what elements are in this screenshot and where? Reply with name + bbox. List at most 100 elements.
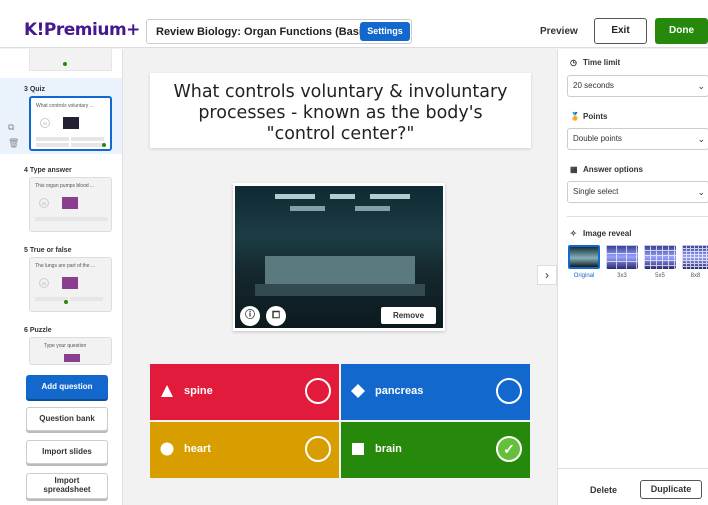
preview-button[interactable]: Preview	[540, 26, 578, 37]
thumbnail-image	[62, 197, 78, 209]
correct-toggle-checkmark-icon[interactable]: ✓	[496, 436, 522, 462]
duplicate-slide-icon[interactable]: ⧉	[8, 122, 14, 133]
slide-sidebar: 3 Quiz What controls voluntary ... 20 ⧉ …	[0, 49, 123, 505]
answer-text: pancreas	[375, 385, 424, 397]
image-reveal-label-text: Image reveal	[583, 229, 632, 238]
correct-toggle[interactable]	[305, 436, 331, 462]
reveal-caption: 5x5	[655, 273, 665, 279]
slide-label: 5 True or false	[24, 247, 72, 254]
exit-button[interactable]: Exit	[594, 18, 647, 44]
correct-indicator-dot	[63, 62, 67, 66]
reveal-option-8x8[interactable]	[682, 245, 708, 269]
thumbnail-timer-icon: 20	[39, 198, 49, 208]
slide-thumbnail-text: The lungs are part of the ...	[35, 263, 96, 269]
time-limit-label-text: Time limit	[583, 58, 621, 67]
import-slides-button[interactable]: Import slides	[26, 440, 108, 464]
import-spreadsheet-label-line2: spreadsheet	[43, 484, 91, 494]
points-select[interactable]: Double points ⌄	[567, 128, 708, 150]
reveal-caption: 8x8	[690, 273, 701, 279]
question-settings-panel: ◷ Time limit 20 seconds ⌄ 🏅 Points Double …	[557, 49, 708, 505]
question-input[interactable]: What controls voluntary & involuntary pr…	[150, 73, 531, 148]
slide-label: 3 Quiz	[24, 86, 46, 93]
reveal-option-5x5[interactable]	[644, 245, 676, 269]
circle-icon	[160, 442, 174, 456]
thumbnail-image	[64, 354, 80, 362]
kahoot-premium-logo: K!Premium+	[24, 20, 140, 40]
answer-option-3[interactable]: heart	[150, 422, 339, 478]
answer-options-select[interactable]: Single select ⌄	[567, 181, 708, 203]
grid-overlay	[682, 245, 708, 269]
clock-icon: ◷	[570, 58, 577, 67]
slide-thumbnail-text: Type your question	[44, 343, 87, 349]
reveal-thumbnail	[570, 247, 598, 267]
reveal-caption: 3x3	[617, 273, 627, 279]
slide-item-6[interactable]: 6 Puzzle Type your question	[0, 321, 122, 369]
time-limit-label: ◷ Time limit	[570, 58, 620, 67]
delete-slide-icon[interactable]: 🗑	[8, 138, 19, 149]
answer-option-4[interactable]: brain ✓	[341, 422, 530, 478]
correct-toggle[interactable]	[496, 378, 522, 404]
duplicate-button[interactable]: Duplicate	[640, 480, 702, 499]
grid-overlay	[644, 245, 676, 269]
answer-text: brain	[375, 443, 402, 455]
slide-item-5[interactable]: 5 True or false The lungs are part of th…	[0, 241, 122, 313]
slide-thumbnail-text: This organ pumps blood ...	[35, 183, 95, 189]
chevron-down-icon: ⌄	[697, 81, 705, 91]
image-detail	[355, 206, 390, 211]
slide-thumbnail-text: What controls voluntary ...	[34, 102, 109, 110]
add-question-button[interactable]: Add question	[26, 375, 108, 399]
image-detail	[370, 194, 410, 199]
thumbnail-timer-icon: 20	[40, 118, 50, 128]
points-value: Double points	[573, 134, 622, 143]
crop-icon[interactable]: ⧠	[266, 306, 286, 326]
slide-thumbnail[interactable]: This organ pumps blood ... 20	[29, 177, 112, 232]
award-icon: 🏅	[570, 112, 580, 121]
answer-text: spine	[184, 385, 213, 397]
points-label: 🏅 Points	[570, 112, 607, 121]
slide-item-4[interactable]: 4 Type answer This organ pumps blood ...…	[0, 161, 122, 233]
slide-thumbnail[interactable]: What controls voluntary ... 20	[29, 96, 112, 151]
collapse-panel-chevron-icon[interactable]: ›	[537, 265, 557, 285]
answer-option-1[interactable]: spine	[150, 364, 339, 420]
reveal-caption: Original	[573, 273, 595, 279]
import-spreadsheet-button[interactable]: Import spreadsheet	[26, 473, 108, 499]
diamond-icon	[351, 384, 365, 398]
triangle-icon	[161, 385, 173, 397]
remove-image-button[interactable]: Remove	[381, 307, 436, 324]
delete-button[interactable]: Delete	[590, 485, 617, 495]
quiz-title-text: Review Biology: Organ Functions (Basic)	[156, 26, 372, 38]
thumbnail-answers	[34, 296, 107, 306]
thumbnail-image	[63, 117, 79, 129]
slide-item-3[interactable]: 3 Quiz What controls voluntary ... 20 ⧉ …	[0, 78, 122, 154]
quiz-title-field[interactable]: Review Biology: Organ Functions (Basic) …	[146, 19, 412, 44]
slide-thumbnail[interactable]: The lungs are part of the ... 20	[29, 257, 112, 312]
grid-icon: ▦	[570, 165, 578, 174]
image-detail	[255, 284, 425, 296]
correct-indicator-dot	[64, 300, 68, 304]
correct-indicator-dot	[102, 143, 106, 147]
question-text: What controls voluntary & involuntary pr…	[173, 82, 508, 144]
chevron-down-icon: ⌄	[697, 134, 705, 144]
chevron-down-icon: ⌄	[697, 187, 705, 197]
info-icon[interactable]: ⓘ	[240, 306, 260, 326]
done-button[interactable]: Done	[655, 18, 708, 44]
image-detail	[275, 194, 315, 199]
divider	[558, 468, 708, 469]
sparkle-icon: ✧	[570, 229, 577, 238]
reveal-option-3x3[interactable]	[606, 245, 638, 269]
image-detail	[265, 256, 415, 284]
reveal-option-original[interactable]	[568, 245, 600, 269]
divider	[567, 216, 708, 217]
thumbnail-image	[62, 277, 78, 289]
answer-option-2[interactable]: pancreas	[341, 364, 530, 420]
time-limit-select[interactable]: 20 seconds ⌄	[567, 75, 708, 97]
correct-toggle[interactable]	[305, 378, 331, 404]
slide-thumbnail-previous[interactable]	[29, 49, 112, 71]
slide-thumbnail[interactable]: Type your question	[29, 337, 112, 365]
question-bank-button[interactable]: Question bank	[26, 407, 108, 431]
settings-button[interactable]: Settings	[360, 22, 410, 41]
answer-options-label-text: Answer options	[583, 165, 644, 174]
time-limit-value: 20 seconds	[573, 81, 614, 90]
thumbnail-timer-icon: 20	[39, 278, 49, 288]
image-detail	[330, 194, 355, 199]
